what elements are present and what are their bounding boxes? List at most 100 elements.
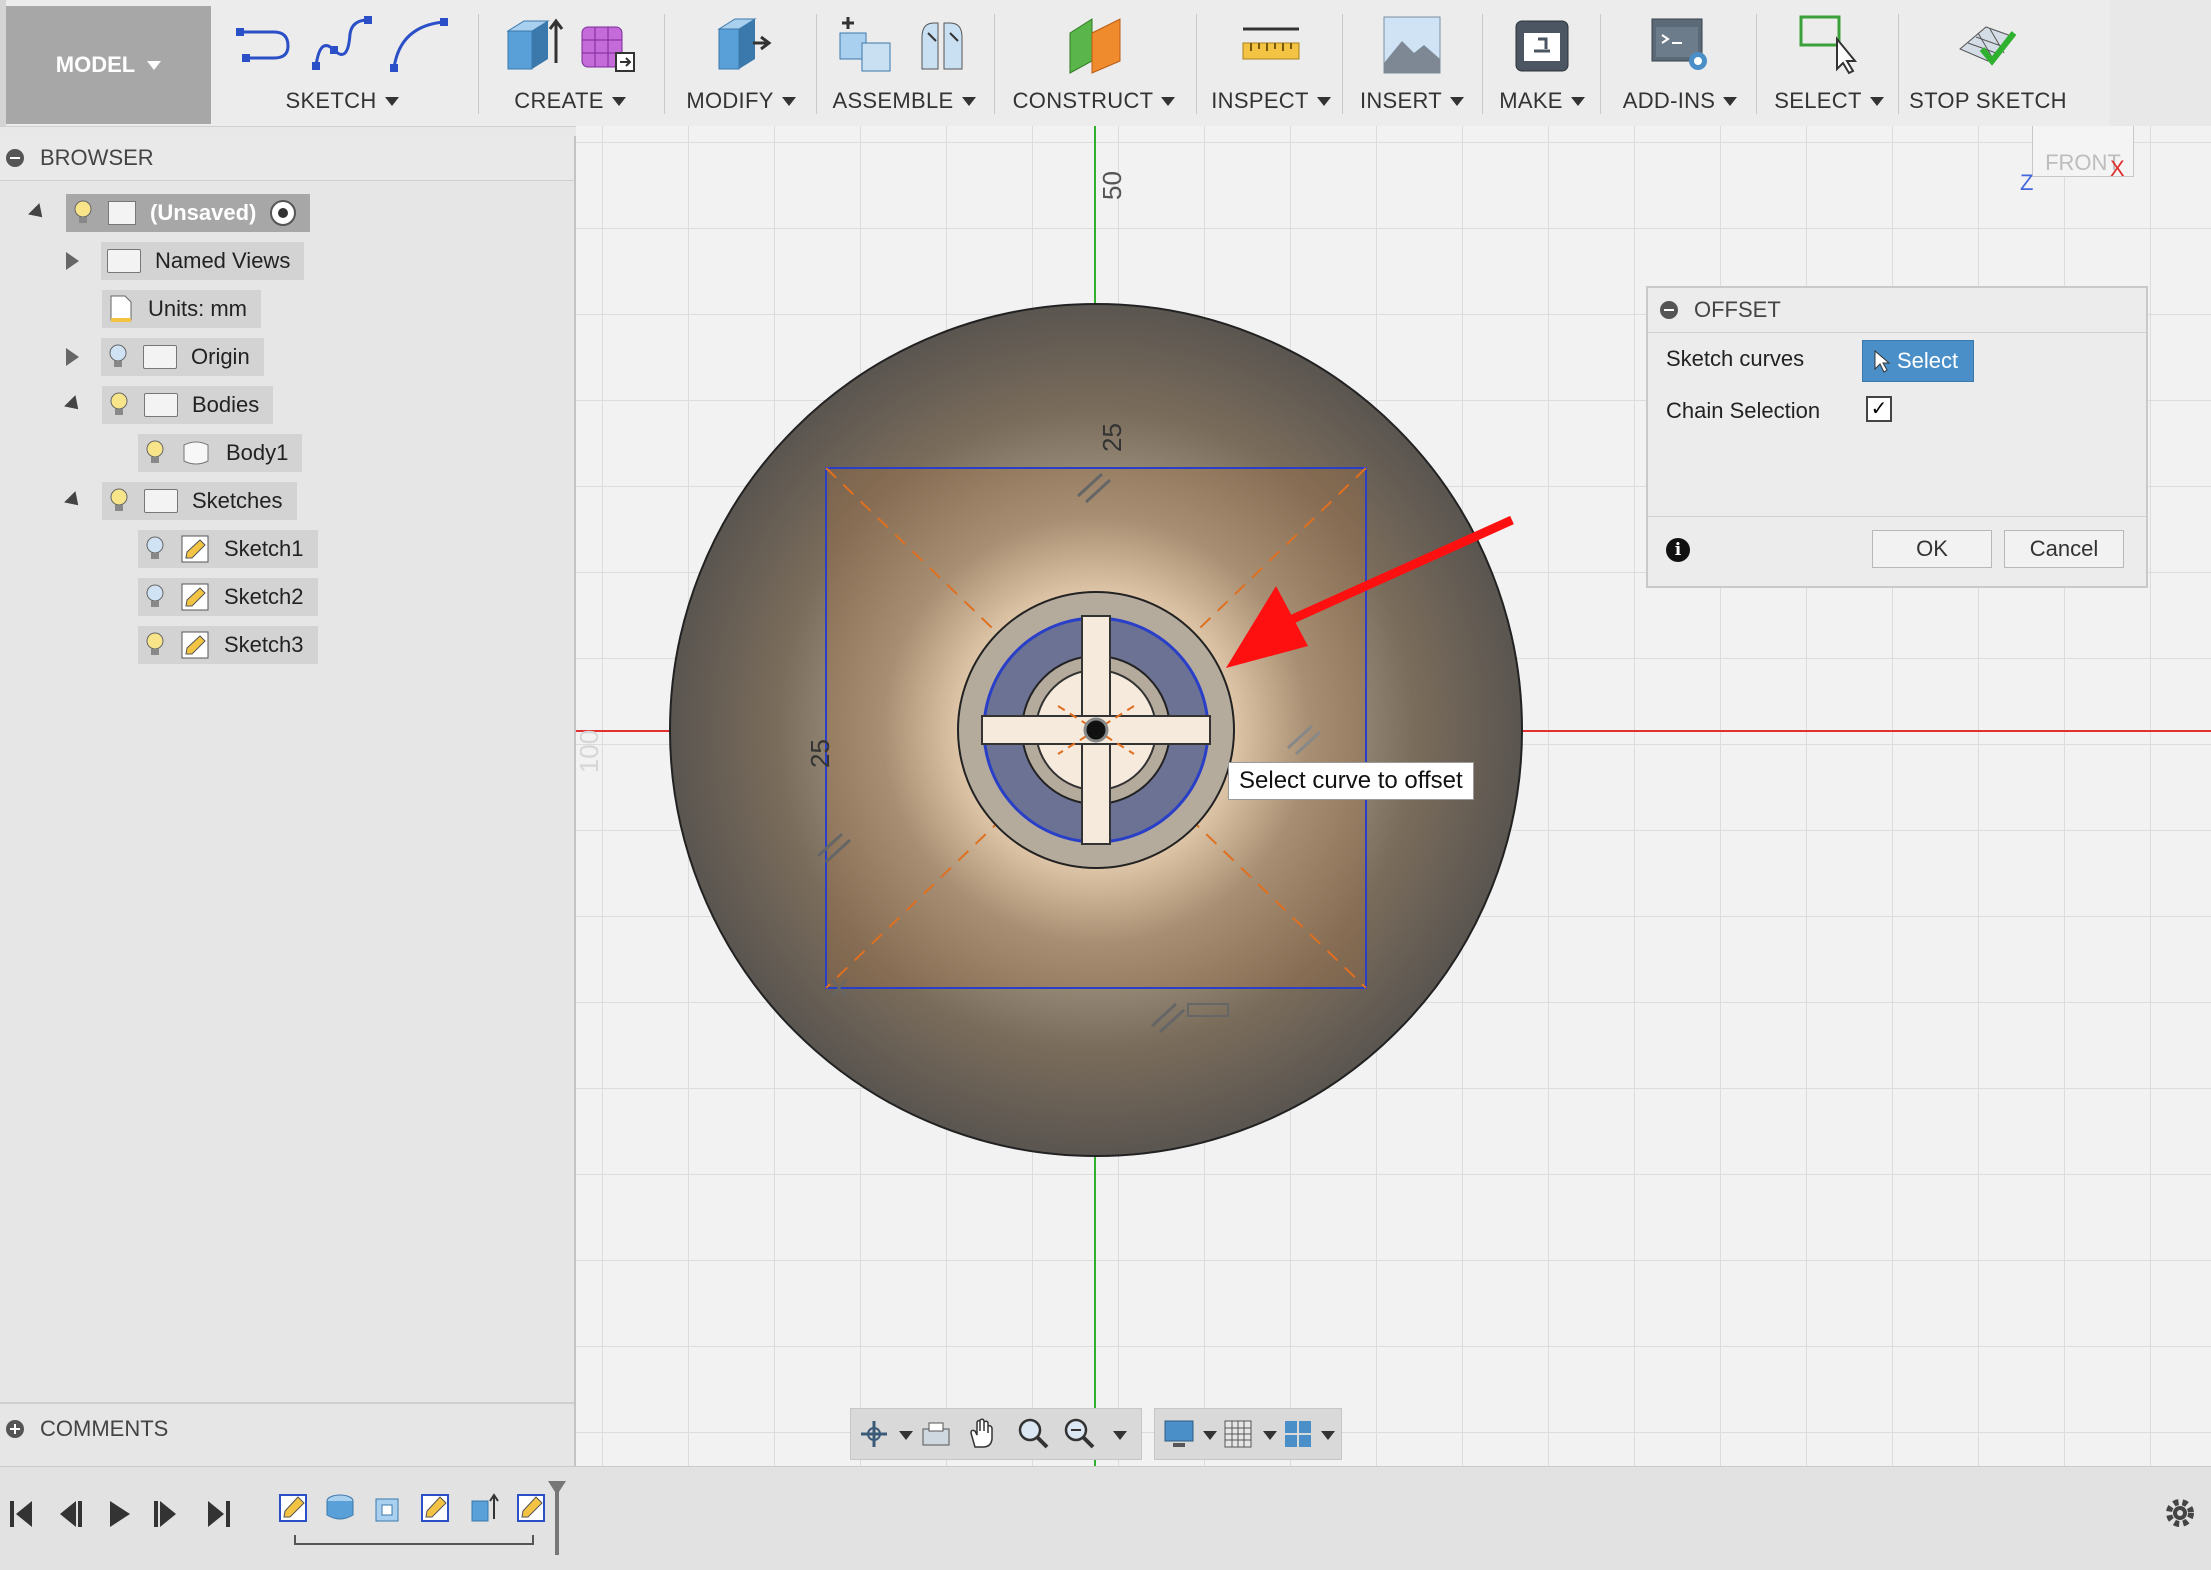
offset-dialog-header[interactable]: OFFSET — [1648, 288, 2146, 333]
addins-group[interactable]: ADD-INS — [1610, 0, 1750, 126]
chevron-down-icon[interactable] — [1203, 1431, 1217, 1440]
construct-group[interactable]: CONSTRUCT — [1004, 0, 1184, 126]
window-select-icon[interactable] — [1797, 13, 1861, 75]
timeline-body-feature-icon[interactable] — [372, 1491, 404, 1525]
joint-icon[interactable] — [910, 13, 974, 75]
inspect-menu-label: INSPECT — [1211, 88, 1309, 113]
timeline-tick — [294, 1535, 296, 1545]
offset-plane-icon[interactable] — [1062, 13, 1126, 75]
lightbulb-icon[interactable] — [144, 631, 166, 659]
fit-zoom-icon[interactable] — [1063, 1417, 1095, 1449]
timeline-extrude-feature-icon[interactable] — [324, 1491, 356, 1525]
orbit-icon[interactable] — [859, 1419, 889, 1449]
measure-icon[interactable] — [1239, 13, 1303, 75]
workspace-switcher-button[interactable]: MODEL — [6, 6, 211, 124]
lightbulb-icon[interactable] — [107, 343, 129, 371]
ok-button[interactable]: OK — [1872, 530, 1992, 568]
activate-radio-icon[interactable] — [270, 200, 297, 226]
expand-toggle-icon[interactable] — [66, 252, 79, 270]
select-group[interactable]: SELECT — [1764, 0, 1894, 126]
step-forward-icon[interactable] — [152, 1497, 182, 1531]
timeline-extrude-feature-icon[interactable] — [468, 1491, 500, 1525]
modify-menu-label: MODIFY — [686, 88, 774, 113]
lightbulb-icon[interactable] — [72, 199, 94, 227]
stop-sketch-icon[interactable] — [1956, 13, 2020, 75]
make-group[interactable]: MAKE — [1492, 0, 1592, 126]
look-at-icon[interactable] — [921, 1421, 951, 1449]
comments-panel[interactable]: COMMENTS — [0, 1402, 574, 1454]
insert-group[interactable]: INSERT — [1352, 0, 1472, 126]
expand-toggle-icon[interactable] — [28, 203, 48, 223]
arc-tool-icon[interactable] — [386, 14, 450, 74]
3d-print-icon[interactable] — [1510, 13, 1574, 75]
browser-item-bodies[interactable]: Bodies — [64, 386, 274, 424]
play-icon[interactable] — [104, 1497, 134, 1531]
stop-sketch-button[interactable]: STOP SKETCH — [1904, 0, 2072, 126]
chevron-down-icon[interactable] — [899, 1431, 913, 1440]
expand-toggle-icon[interactable] — [66, 348, 79, 366]
display-settings-icon[interactable] — [1163, 1419, 1195, 1449]
assemble-group[interactable]: ASSEMBLE — [826, 0, 982, 126]
go-to-start-icon[interactable] — [6, 1497, 36, 1531]
lightbulb-icon[interactable] — [144, 439, 166, 467]
expand-icon[interactable] — [6, 1420, 24, 1438]
viewports-icon[interactable] — [1283, 1419, 1313, 1449]
zoom-icon[interactable] — [1017, 1417, 1049, 1449]
timeline-sketch-feature-icon[interactable] — [278, 1491, 310, 1525]
offset-dialog[interactable]: OFFSET Sketch curves Select Chain Select… — [1646, 286, 2148, 588]
insert-image-icon[interactable] — [1380, 13, 1444, 75]
browser-item-origin[interactable]: Origin — [66, 338, 264, 376]
go-to-end-icon[interactable] — [204, 1497, 234, 1531]
browser-panel[interactable]: BROWSER (Unsaved) Named Views Units: mm — [0, 136, 576, 1466]
expand-toggle-icon[interactable] — [64, 491, 84, 511]
form-cube-icon[interactable] — [576, 13, 638, 75]
line-tool-icon[interactable] — [234, 14, 298, 74]
scripts-addins-icon[interactable] — [1648, 13, 1712, 75]
lightbulb-icon[interactable] — [108, 487, 130, 515]
chevron-down-icon[interactable] — [1263, 1431, 1277, 1440]
display-settings-bar — [1154, 1408, 1342, 1460]
timeline-marker-handle-icon[interactable] — [548, 1481, 566, 1495]
press-pull-icon[interactable] — [709, 13, 773, 75]
sketch-origin-point[interactable] — [1083, 717, 1109, 743]
info-icon[interactable]: i — [1666, 538, 1690, 562]
expand-toggle-icon[interactable] — [64, 395, 84, 415]
lightbulb-icon[interactable] — [144, 583, 166, 611]
collapse-icon[interactable] — [1660, 301, 1678, 319]
extrude-icon[interactable] — [502, 13, 564, 75]
inspect-group[interactable]: INSPECT — [1206, 0, 1336, 126]
pan-hand-icon[interactable] — [967, 1417, 997, 1449]
new-component-icon[interactable] — [834, 13, 898, 75]
lightbulb-icon[interactable] — [144, 535, 166, 563]
cancel-button[interactable]: Cancel — [2004, 530, 2124, 568]
timeline-marker[interactable] — [555, 1485, 559, 1555]
viewcube[interactable]: FRONT X Z — [2020, 126, 2136, 236]
chevron-down-icon[interactable] — [1321, 1431, 1335, 1440]
browser-header[interactable]: BROWSER — [0, 136, 574, 181]
sketch-group[interactable]: SKETCH — [222, 0, 462, 126]
timeline-sketch-feature-icon[interactable] — [516, 1491, 548, 1525]
browser-item-sketches[interactable]: Sketches — [64, 482, 297, 520]
timeline-sketch-feature-icon[interactable] — [420, 1491, 452, 1525]
step-back-icon[interactable] — [54, 1497, 84, 1531]
browser-item-named-views[interactable]: Named Views — [66, 242, 305, 280]
browser-item-sketch3[interactable]: Sketch3 — [138, 626, 318, 664]
workspace-label: MODEL — [55, 52, 136, 77]
grid-icon[interactable] — [1223, 1419, 1253, 1449]
spline-tool-icon[interactable] — [310, 14, 374, 74]
sketch-curves-select-button[interactable]: Select — [1862, 340, 1974, 382]
modify-group[interactable]: MODIFY — [676, 0, 806, 126]
toolbar-divider — [478, 14, 479, 114]
create-group[interactable]: CREATE — [490, 0, 650, 126]
gear-icon[interactable] — [2160, 1493, 2200, 1533]
browser-item-sketch2[interactable]: Sketch2 — [138, 578, 318, 616]
browser-item-sketch1[interactable]: Sketch1 — [138, 530, 318, 568]
chevron-down-icon[interactable] — [1113, 1431, 1127, 1440]
browser-root-row[interactable]: (Unsaved) — [28, 194, 311, 232]
lightbulb-icon[interactable] — [108, 391, 130, 419]
select-label: Select — [1897, 348, 1959, 373]
browser-item-body1[interactable]: Body1 — [138, 434, 303, 472]
browser-item-units[interactable]: Units: mm — [102, 290, 261, 328]
collapse-icon[interactable] — [6, 149, 24, 167]
chain-selection-checkbox[interactable]: ✓ — [1866, 396, 1892, 422]
